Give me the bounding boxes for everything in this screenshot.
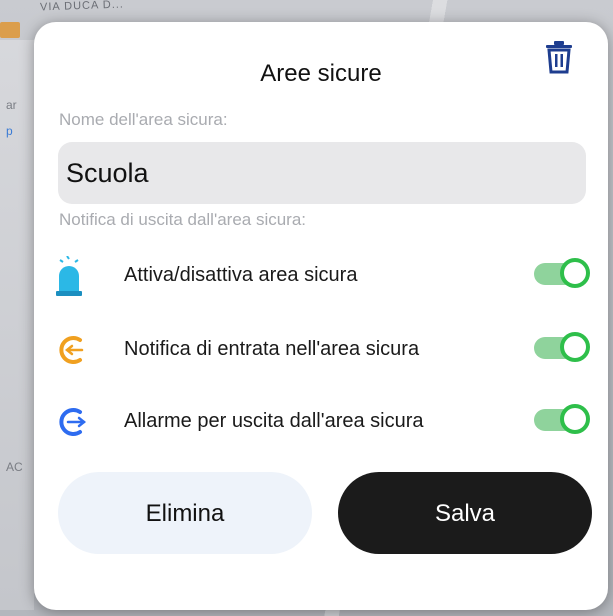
map-edge: ar p AC xyxy=(0,40,34,610)
notify-label: Notifica di uscita dall'area sicura: xyxy=(59,210,307,229)
toggle-switch[interactable] xyxy=(534,404,594,434)
enter-arrow-icon xyxy=(54,330,100,370)
map-street-label: VIA DUCA D... xyxy=(39,0,125,14)
delete-button[interactable]: Elimina xyxy=(58,472,312,554)
map-marker xyxy=(0,22,20,38)
safe-zone-dialog: Aree sicure Nome dell'area sicura: Scuol… xyxy=(34,22,608,610)
option-label: Allarme per uscita dall'area sicura xyxy=(124,410,424,432)
map-text: ar xyxy=(6,98,17,112)
alarm-light-icon xyxy=(54,255,100,296)
option-exit-alarm: Allarme per uscita dall'area sicura xyxy=(54,396,594,446)
trash-icon[interactable] xyxy=(544,40,574,74)
option-label: Notifica di entrata nell'area sicura xyxy=(124,338,420,360)
zone-name-input[interactable]: Scuola xyxy=(58,142,586,204)
toggle-knob xyxy=(560,404,590,434)
save-button[interactable]: Salva xyxy=(338,472,592,554)
toggle-knob xyxy=(560,258,590,288)
option-toggle-zone: Attiva/disattiva area sicura xyxy=(54,250,594,300)
toggle-knob xyxy=(560,332,590,362)
option-enter-notify: Notifica di entrata nell'area sicura xyxy=(54,324,594,374)
map-text: p xyxy=(6,124,13,138)
exit-arrow-icon xyxy=(54,402,100,442)
toggle-switch[interactable] xyxy=(534,258,594,288)
dialog-title: Aree sicure xyxy=(260,60,382,87)
toggle-switch[interactable] xyxy=(534,332,594,362)
map-text: AC xyxy=(6,460,23,474)
option-label: Attiva/disattiva area sicura xyxy=(124,264,358,286)
name-label: Nome dell'area sicura: xyxy=(59,110,228,129)
